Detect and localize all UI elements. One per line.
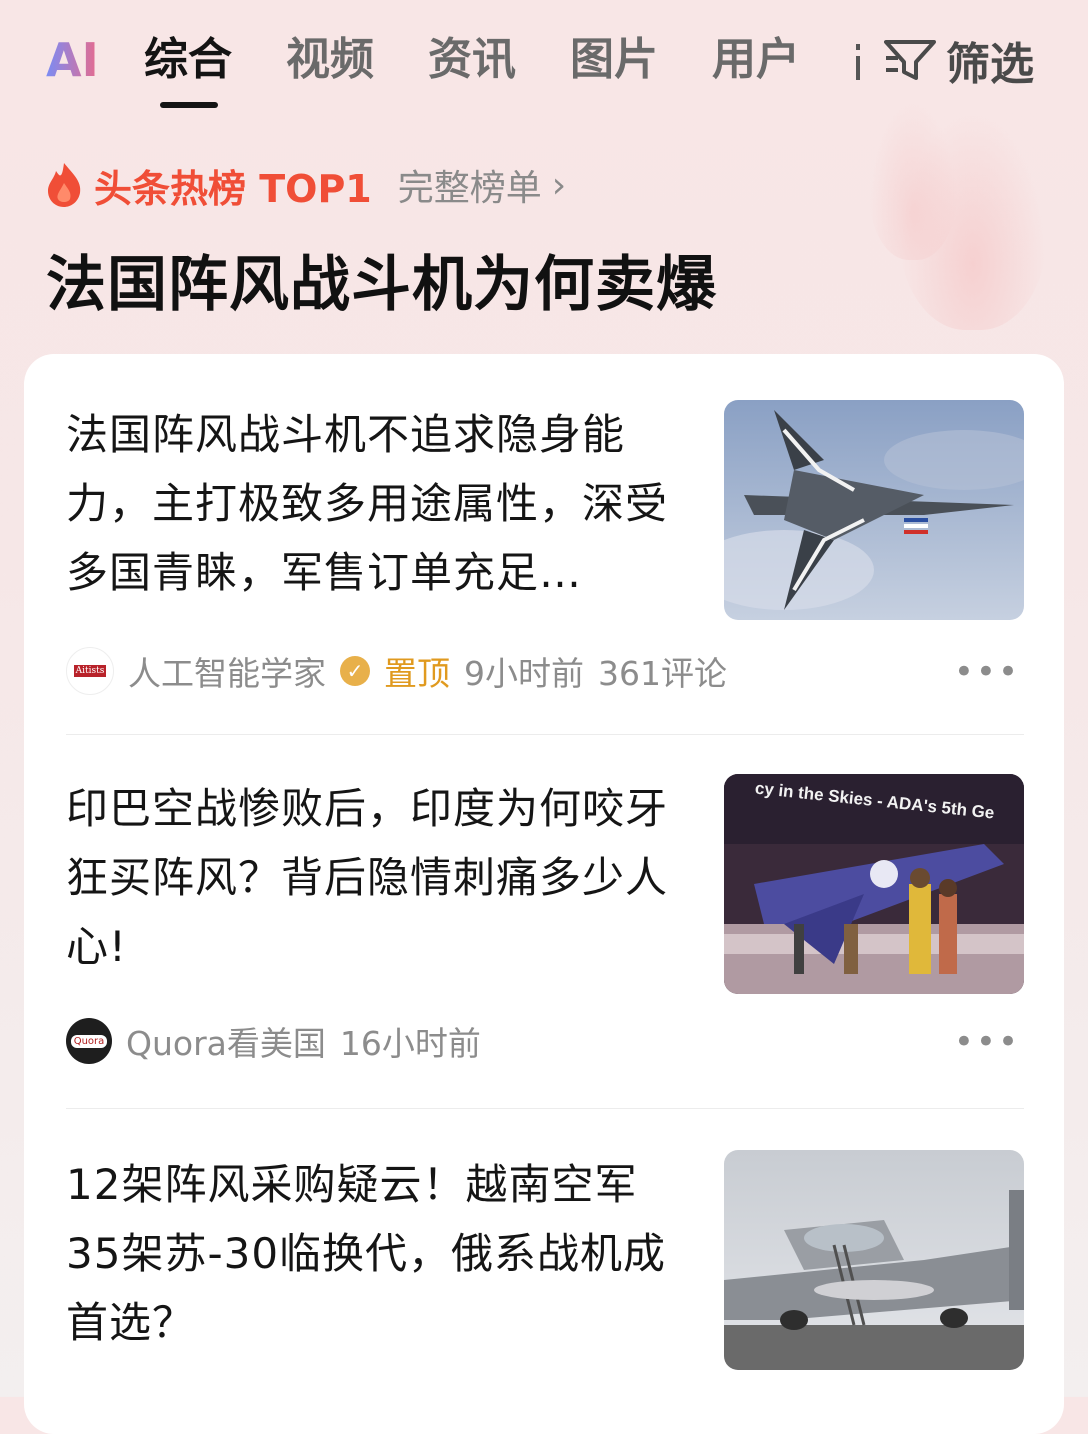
post-time: 16小时前 [339,1024,481,1063]
article-meta: Quora Quora看美国 16小时前 ••• [66,1016,1024,1066]
rafale-ground-image [724,1150,1024,1370]
hot-list-row[interactable]: 头条热榜 TOP1 完整榜单 › [44,158,566,212]
divider [66,734,1024,735]
rafale-jet-image [724,400,1024,620]
tab-images[interactable]: 图片 [570,30,658,90]
author-avatar[interactable]: Quora [66,1018,112,1064]
tab-users[interactable]: 用户 [712,30,800,90]
chevron-right-icon: › [551,164,567,206]
comment-count[interactable]: 361评论 [598,647,727,695]
background-flame-decoration-small [868,100,958,260]
amca-jet-exhibit-image: cy in the Skies - ADA's 5th Ge [724,774,1024,994]
article-item[interactable]: 12架阵风采购疑云！越南空军35架苏-30临换代，俄系战机成首选？ [66,1150,1024,1390]
avatar-logo-text: Aitists [73,665,107,677]
active-tab-indicator [160,102,218,108]
tab-ai[interactable]: AI [46,30,99,90]
author-name[interactable]: Quora看美国 [126,1017,326,1065]
article-thumbnail[interactable]: cy in the Skies - ADA's 5th Ge [724,774,1024,994]
full-list-link[interactable]: 完整榜单 [398,159,542,211]
pinned-badge: 置顶 [384,654,450,693]
article-item[interactable]: 印巴空战惨败后，印度为何咬牙狂买阵风？背后隐情刺痛多少人心! cy in the… [66,774,1024,1034]
verified-badge-icon: ✓ [340,656,370,686]
avatar-logo-text: Quora [70,1034,108,1048]
filter-button[interactable]: 筛选 [884,30,1034,90]
article-thumbnail[interactable] [724,1150,1024,1370]
divider [66,1108,1024,1109]
trending-headline[interactable]: 法国阵风战斗机为何卖爆 [46,236,717,323]
tab-news[interactable]: 资讯 [428,30,516,90]
article-meta: Aitists 人工智能学家 ✓ 置顶 9小时前 361评论 ••• [66,646,1024,696]
more-options-icon[interactable]: ••• [954,652,1020,692]
filter-icon [884,40,936,80]
post-time: 9小时前 [464,654,584,693]
author-name[interactable]: 人工智能学家 [128,647,326,695]
more-options-icon[interactable]: ••• [954,1022,1020,1062]
tab-video[interactable]: 视频 [286,30,374,90]
flame-icon [48,163,81,207]
article-title[interactable]: 印巴空战惨败后，印度为何咬牙狂买阵风？背后隐情刺痛多少人心! [66,774,686,981]
article-thumbnail[interactable] [724,400,1024,620]
author-avatar[interactable]: Aitists [66,647,114,695]
filter-label: 筛选 [946,39,1034,90]
article-title[interactable]: 法国阵风战斗机不追求隐身能力，主打极致多用途属性，深受多国青睐，军售订单充足… [66,400,686,607]
search-tabs: AI 综合 视频 资讯 图片 用户 筛选 [0,0,1088,120]
tab-general[interactable]: 综合 [144,30,232,90]
article-title[interactable]: 12架阵风采购疑云！越南空军35架苏-30临换代，俄系战机成首选？ [66,1150,686,1357]
hot-list-label: 头条热榜 TOP1 [94,166,372,211]
results-card: 法国阵风战斗机不追求隐身能力，主打极致多用途属性，深受多国青睐，军售订单充足… [24,354,1064,1434]
more-tabs-icon[interactable] [854,44,862,80]
